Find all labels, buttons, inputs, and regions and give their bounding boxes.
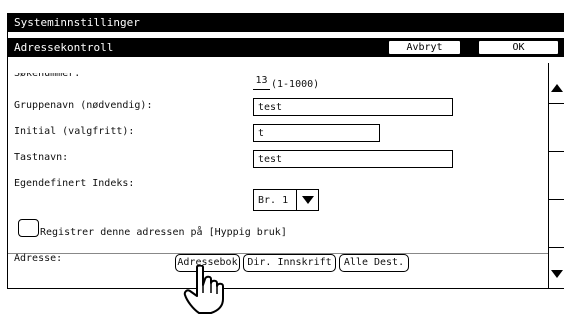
dropdown-arrow-icon[interactable] bbox=[297, 189, 319, 211]
direct-entry-button[interactable]: Dir. Innskrift bbox=[243, 254, 336, 272]
initial-label: Initial (valgfritt): bbox=[14, 126, 135, 137]
hand-pointer-icon bbox=[183, 265, 224, 314]
search-number-label: Søkenummer: bbox=[14, 73, 81, 79]
all-destinations-button[interactable]: Alle Dest. bbox=[339, 254, 409, 272]
address-control-dialog: Systeminnstillinger Adressekontroll Avbr… bbox=[7, 13, 564, 289]
initial-input[interactable]: t bbox=[253, 124, 380, 142]
group-name-input[interactable]: test bbox=[253, 98, 453, 116]
scroll-track-divider bbox=[549, 103, 564, 104]
page-title: Adressekontroll bbox=[14, 41, 114, 54]
group-name-label: Gruppenavn (nødvendig): bbox=[14, 100, 153, 111]
scroll-up-icon[interactable] bbox=[549, 77, 564, 99]
scrollbar[interactable] bbox=[548, 63, 564, 288]
search-number-value[interactable]: 13 bbox=[253, 74, 270, 90]
frequent-use-checkbox[interactable] bbox=[18, 219, 39, 237]
custom-index-select[interactable]: Br. 1 bbox=[253, 189, 319, 211]
frequent-use-label: Registrer denne adressen på [Hyppig bruk… bbox=[40, 227, 287, 238]
key-name-label: Tastnavn: bbox=[14, 152, 69, 163]
window-title: Systeminnstillinger bbox=[8, 14, 564, 32]
ok-button[interactable]: OK bbox=[478, 40, 559, 55]
scroll-track-divider bbox=[549, 199, 564, 200]
address-label: Adresse: bbox=[14, 253, 63, 264]
search-number-range: (1-1000) bbox=[271, 79, 320, 90]
custom-index-value: Br. 1 bbox=[253, 189, 297, 211]
cancel-button[interactable]: Avbryt bbox=[388, 40, 461, 55]
scroll-track-divider bbox=[549, 151, 564, 152]
key-name-input[interactable]: test bbox=[253, 150, 453, 168]
scroll-track-divider bbox=[549, 247, 564, 248]
scroll-down-icon[interactable] bbox=[549, 263, 564, 285]
header-bar: Adressekontroll Avbryt OK bbox=[8, 38, 564, 57]
custom-index-label: Egendefinert Indeks: bbox=[14, 178, 135, 189]
